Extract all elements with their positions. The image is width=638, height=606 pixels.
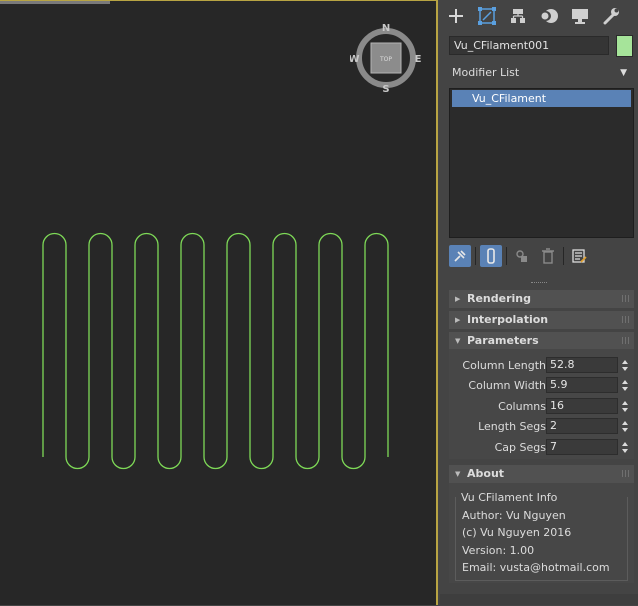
cap-segs-row: Cap Segs 7: [449, 439, 634, 457]
about-panel: Vu CFilament Info Author: Vu Nguyen (c) …: [449, 483, 634, 583]
modify-tab[interactable]: [471, 0, 502, 32]
collapsed-arrow-icon: ▶: [455, 316, 461, 324]
modifier-stack[interactable]: Vu_CFilament: [449, 88, 634, 238]
hierarchy-icon: [510, 9, 525, 23]
object-color-swatch[interactable]: [616, 35, 633, 57]
toolbar-separator: [475, 247, 476, 265]
toolbar-separator: [563, 247, 564, 265]
viewcube-face-label[interactable]: TOP: [379, 56, 392, 63]
interpolation-rollout-title: Interpolation: [467, 313, 549, 326]
motion-tab[interactable]: [533, 0, 564, 32]
modifier-stack-toolbar: [449, 244, 590, 268]
columns-spinner[interactable]: [621, 399, 629, 415]
column-width-row: Column Width 5.9: [449, 377, 634, 395]
expanded-arrow-icon: ▼: [455, 337, 461, 345]
column-length-label: Column Length: [462, 359, 546, 372]
copyright-text: (c) Vu Nguyen 2016: [462, 526, 572, 539]
pin-icon: [454, 250, 466, 262]
show-end-result-icon: [487, 248, 495, 264]
rendering-rollout[interactable]: ▶ Rendering: [449, 290, 634, 308]
object-name-field[interactable]: Vu_CFilament001: [449, 36, 609, 55]
info-group-title: Vu CFilament Info: [459, 491, 560, 505]
command-panel: Vu_CFilament001 Modifier List ▼ Vu_CFila…: [440, 0, 638, 605]
parameters-rollout[interactable]: ▼ Parameters: [449, 332, 634, 350]
column-length-input[interactable]: 52.8: [546, 357, 618, 373]
parameters-rollout-title: Parameters: [467, 334, 539, 347]
cap-segs-input[interactable]: 7: [546, 439, 618, 455]
length-segs-label: Length Segs: [478, 420, 546, 433]
columns-label: Columns: [498, 400, 546, 413]
expanded-arrow-icon: ▼: [455, 470, 461, 478]
column-length-row: Column Length 52.8: [449, 357, 634, 375]
hierarchy-tab[interactable]: [502, 0, 533, 32]
plus-icon: [448, 9, 463, 23]
panel-splitter[interactable]: [531, 282, 547, 286]
interpolation-rollout[interactable]: ▶ Interpolation: [449, 311, 634, 329]
compass-north-label: N: [382, 23, 390, 34]
toolbar-separator: [506, 247, 507, 265]
display-icon: [571, 9, 588, 24]
cap-segs-label: Cap Segs: [494, 441, 546, 454]
length-segs-input[interactable]: 2: [546, 418, 618, 434]
rendering-rollout-title: Rendering: [467, 292, 531, 305]
display-tab[interactable]: [564, 0, 595, 32]
cap-segs-spinner[interactable]: [621, 440, 629, 456]
viewcube[interactable]: TOP N S E W: [348, 21, 422, 95]
about-rollout-title: About: [467, 467, 505, 480]
wrench-icon: [603, 8, 619, 25]
columns-input[interactable]: 16: [546, 398, 618, 414]
make-unique-icon: [516, 250, 527, 262]
length-segs-row: Length Segs 2: [449, 418, 634, 436]
show-end-result-button[interactable]: [480, 245, 502, 267]
compass-east-label: E: [415, 54, 422, 65]
rollout-grip-icon: [622, 295, 629, 302]
email-text: Email: vusta@hotmail.com: [462, 561, 610, 574]
collapsed-arrow-icon: ▶: [455, 295, 461, 303]
rollout-grip-icon: [622, 337, 629, 344]
length-segs-spinner[interactable]: [621, 419, 629, 435]
configure-icon: [572, 249, 587, 263]
author-text: Author: Vu Nguyen: [462, 509, 566, 522]
compass-west-label: W: [350, 54, 360, 65]
parameters-panel: Column Length 52.8 Column Width 5.9 Colu…: [449, 349, 634, 459]
columns-row: Columns 16: [449, 398, 634, 416]
create-tab[interactable]: [440, 0, 471, 32]
make-unique-button[interactable]: [511, 245, 533, 267]
pin-stack-button[interactable]: [449, 245, 471, 267]
trash-icon: [542, 248, 554, 264]
modifier-stack-item[interactable]: Vu_CFilament: [452, 90, 631, 107]
modifier-list-dropdown[interactable]: Modifier List ▼: [449, 63, 631, 83]
column-width-label: Column Width: [468, 379, 546, 392]
configure-sets-button[interactable]: [568, 245, 590, 267]
panel-bottom-bar: [440, 594, 638, 605]
modify-icon: [477, 7, 496, 25]
column-width-spinner[interactable]: [621, 378, 629, 394]
rollout-grip-icon: [622, 316, 629, 323]
about-rollout[interactable]: ▼ About: [449, 465, 634, 483]
remove-modifier-button[interactable]: [537, 245, 559, 267]
modifier-list-label: Modifier List: [452, 66, 520, 79]
dropdown-arrow-icon: ▼: [620, 68, 627, 78]
rollout-grip-icon: [622, 470, 629, 477]
motion-icon: [540, 9, 558, 23]
column-width-input[interactable]: 5.9: [546, 377, 618, 393]
utilities-tab[interactable]: [595, 0, 626, 32]
viewport-top[interactable]: TOP N S E W: [0, 0, 438, 605]
command-panel-tabs: [440, 0, 638, 32]
compass-south-label: S: [382, 84, 389, 93]
column-length-spinner[interactable]: [621, 358, 629, 374]
version-text: Version: 1.00: [462, 544, 535, 557]
